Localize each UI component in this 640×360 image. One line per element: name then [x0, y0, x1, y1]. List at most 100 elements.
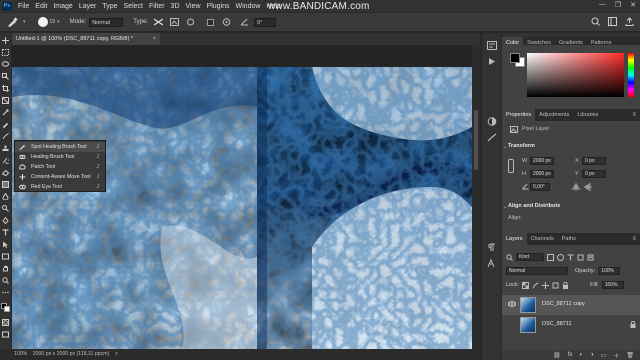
frame-tool-icon[interactable]: [2, 97, 9, 104]
status-menu-arrow[interactable]: >: [115, 351, 118, 357]
menu-filter[interactable]: Filter: [146, 3, 168, 10]
background-color-swatch[interactable]: [4, 306, 10, 312]
healing-tools-icon[interactable]: [2, 121, 9, 128]
folder-icon[interactable]: ▭: [601, 352, 607, 359]
brushes-panel-icon[interactable]: [487, 133, 497, 142]
more-tools-icon[interactable]: [2, 289, 9, 296]
menu-edit[interactable]: Edit: [32, 3, 50, 10]
tool-preset-arrow-icon[interactable]: ▾: [23, 19, 26, 25]
height-input[interactable]: 2000 px: [530, 170, 554, 178]
rectangle-tool-icon[interactable]: [2, 253, 9, 260]
menu-type[interactable]: Type: [99, 3, 120, 10]
blend-mode-select[interactable]: Normal: [506, 267, 568, 275]
lock-position-icon[interactable]: [542, 281, 550, 289]
trash-icon[interactable]: 🗑: [626, 352, 634, 359]
content-aware-type-icon[interactable]: [154, 17, 164, 27]
layer-row[interactable]: DSC_88711 copy: [502, 295, 640, 315]
screen-mode-icon[interactable]: [2, 331, 9, 338]
tab-channels[interactable]: Channels: [527, 233, 558, 245]
document-tab[interactable]: Untitled-1 @ 100% (DSC_88711 copy, RGB/8…: [12, 33, 160, 45]
hue-slider[interactable]: [628, 53, 634, 97]
history-brush-tool-icon[interactable]: [2, 157, 9, 164]
scrollbar-thumb[interactable]: [474, 110, 478, 170]
blur-tool-icon[interactable]: [2, 193, 9, 200]
flyout-item-patch[interactable]: Patch Tool J: [15, 162, 105, 172]
brush-size[interactable]: 19: [50, 19, 56, 25]
lock-artboard-icon[interactable]: [552, 282, 559, 289]
flip-horizontal-icon[interactable]: [572, 183, 580, 191]
history-icon[interactable]: [487, 41, 497, 50]
proximity-match-icon[interactable]: [186, 17, 196, 27]
fx-icon[interactable]: fx: [568, 352, 573, 358]
marquee-tool-icon[interactable]: [2, 49, 9, 56]
actions-icon[interactable]: [487, 57, 497, 66]
maximize-button[interactable]: ❐: [615, 1, 621, 9]
x-input[interactable]: 0 px: [582, 157, 606, 165]
menu-layer[interactable]: Layer: [76, 3, 100, 10]
adjustment-icon[interactable]: ◑: [590, 352, 594, 358]
clone-stamp-tool-icon[interactable]: [2, 145, 9, 152]
hand-tool-icon[interactable]: [2, 265, 9, 272]
tab-libraries[interactable]: Libraries: [573, 109, 602, 121]
mask-icon[interactable]: ◐: [579, 352, 583, 358]
tab-properties[interactable]: Properties: [502, 109, 536, 121]
filter-smart-object-icon[interactable]: [587, 254, 594, 261]
zoom-tool-icon[interactable]: [2, 277, 9, 284]
color-spectrum-picker[interactable]: [527, 53, 624, 97]
menu-plugins[interactable]: Plugins: [204, 3, 233, 10]
spot-healing-brush-icon[interactable]: [6, 16, 20, 28]
move-tool-icon[interactable]: [2, 37, 9, 44]
photoshop-logo-icon[interactable]: Ps: [2, 1, 12, 11]
color-foreground-swatch[interactable]: [510, 53, 520, 63]
flyout-item-spot-healing-brush[interactable]: Spot Healing Brush Tool J: [15, 142, 105, 152]
lasso-tool-icon[interactable]: [2, 61, 9, 68]
filter-pixel-icon[interactable]: [547, 253, 554, 261]
lock-all-icon[interactable]: [562, 281, 569, 289]
pen-tool-icon[interactable]: [2, 217, 9, 224]
minimize-button[interactable]: —: [599, 1, 606, 9]
angle-input[interactable]: 0°: [253, 17, 276, 27]
y-input[interactable]: 0 px: [582, 170, 606, 178]
layers-menu-icon[interactable]: ≡: [632, 236, 636, 242]
mode-select[interactable]: Normal: [89, 17, 124, 27]
transform-collapse-icon[interactable]: ⌄: [503, 144, 507, 150]
new-layer-icon[interactable]: ＋: [613, 351, 619, 360]
layer-visibility-eye-icon[interactable]: [508, 301, 516, 307]
search-icon[interactable]: [591, 17, 600, 26]
menu-view[interactable]: View: [183, 3, 204, 10]
menu-file[interactable]: File: [15, 3, 32, 10]
layer-filter-select[interactable]: Kind: [516, 253, 544, 261]
layer-row[interactable]: DSC_88711: [502, 315, 640, 335]
menu-image[interactable]: Image: [50, 3, 75, 10]
workspace-icon[interactable]: [608, 17, 617, 26]
type-tool-icon[interactable]: [2, 229, 9, 236]
quick-mask-icon[interactable]: [2, 319, 9, 326]
brush-tool-icon[interactable]: [2, 133, 9, 140]
rotate-angle-input[interactable]: 0,00°: [530, 183, 550, 191]
object-selection-tool-icon[interactable]: [2, 73, 9, 80]
panel-menu-icon[interactable]: ≡: [632, 112, 636, 118]
create-texture-icon[interactable]: [170, 17, 180, 27]
zoom-level[interactable]: 100%: [14, 351, 27, 357]
tab-adjustments[interactable]: Adjustments: [535, 109, 573, 121]
filter-shape-icon[interactable]: [577, 254, 584, 261]
lock-pixels-icon[interactable]: [532, 282, 539, 289]
brush-picker-arrow-icon[interactable]: ▾: [57, 19, 60, 25]
link-icon[interactable]: ⛓: [553, 352, 561, 359]
sample-all-layers-checkbox[interactable]: [206, 17, 216, 27]
document-image[interactable]: [12, 67, 472, 349]
tab-layers[interactable]: Layers: [502, 233, 527, 245]
eraser-tool-icon[interactable]: [2, 169, 9, 176]
close-window-button[interactable]: ✕: [630, 1, 636, 9]
path-selection-tool-icon[interactable]: [2, 241, 9, 248]
brush-preview[interactable]: [37, 17, 48, 27]
share-icon[interactable]: [625, 17, 634, 26]
fill-input[interactable]: 100%: [601, 281, 624, 289]
flyout-item-healing-brush[interactable]: Healing Brush Tool J: [15, 152, 105, 162]
opacity-input[interactable]: 100%: [598, 267, 621, 275]
width-input[interactable]: 2000 px: [530, 157, 554, 165]
dodge-tool-icon[interactable]: [2, 205, 9, 212]
filter-adjustment-icon[interactable]: [557, 253, 564, 261]
link-dimensions-icon[interactable]: [508, 159, 514, 173]
filter-type-icon[interactable]: [567, 254, 574, 261]
